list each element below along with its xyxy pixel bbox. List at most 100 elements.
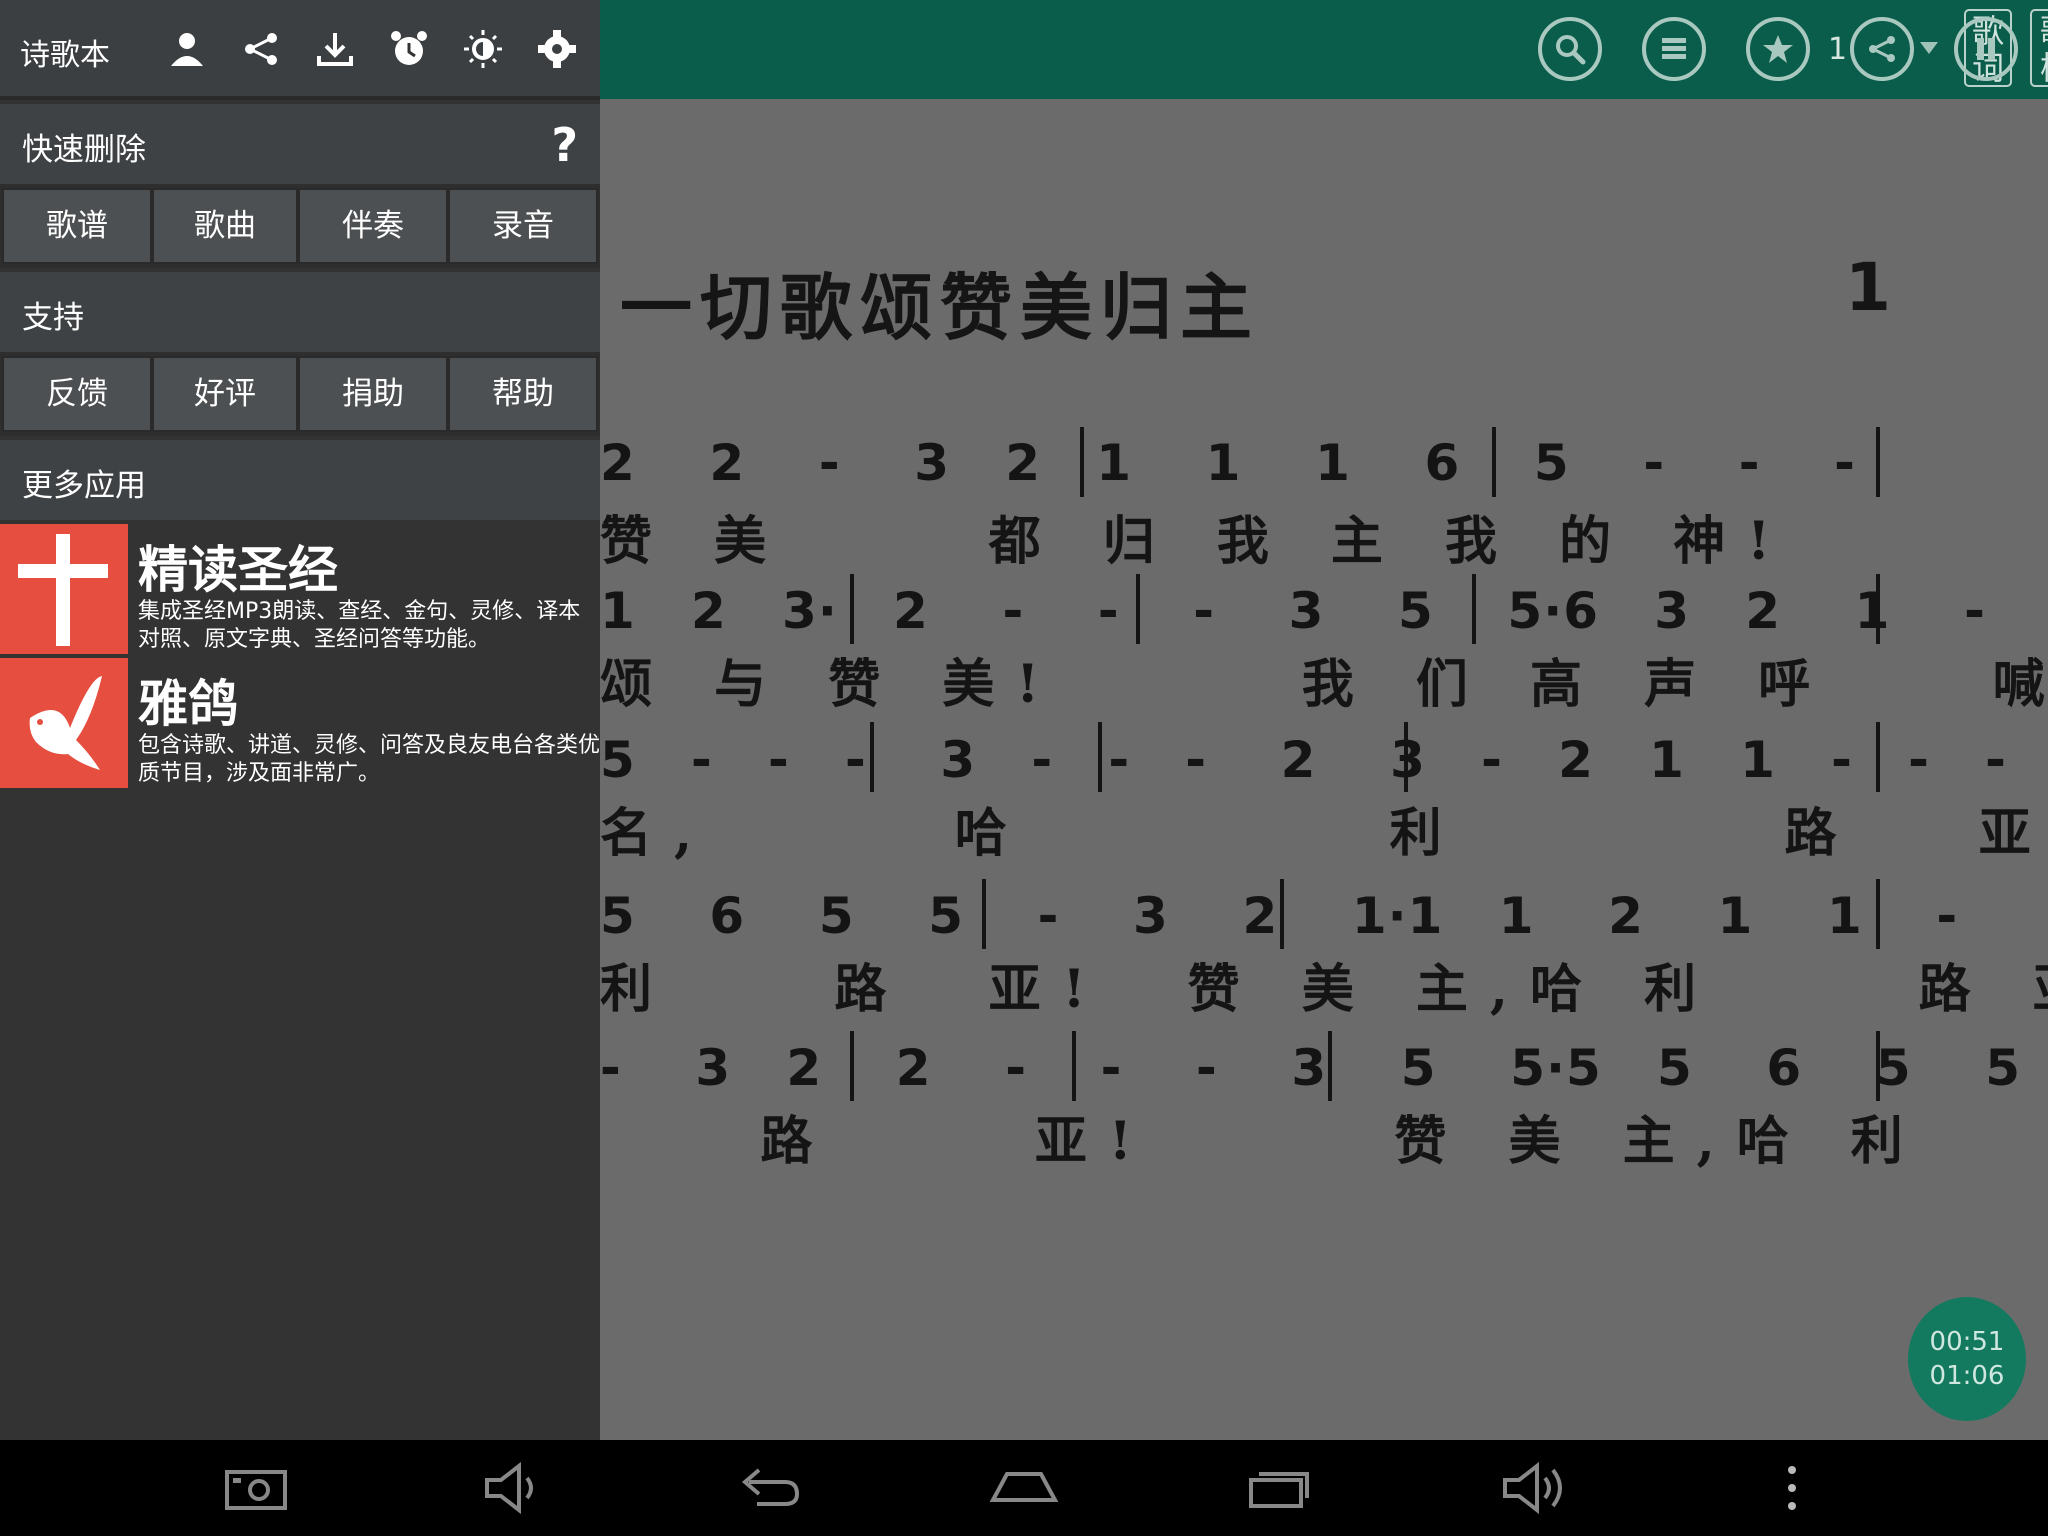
song-mode-label: 歌曲 xyxy=(2032,13,2048,50)
app-item-bible[interactable]: 精读圣经 集成圣经MP3朗读、查经、金句、灵修、译本对照、原文字典、圣经问答等功… xyxy=(0,524,600,654)
support-label: 支持 xyxy=(22,300,84,336)
bar-line xyxy=(1280,879,1284,949)
support-buttons: 反馈 好评 捐助 帮助 xyxy=(0,352,600,436)
bar-line xyxy=(1876,722,1880,792)
home-icon xyxy=(989,1472,1059,1502)
app-icon-bible xyxy=(0,524,128,654)
total-time: 01:06 xyxy=(1929,1361,2005,1391)
volume-up-icon xyxy=(1503,1461,1562,1515)
help-button[interactable]: 帮助 xyxy=(448,356,598,432)
pause-icon xyxy=(1977,38,1995,60)
bar-line xyxy=(1876,574,1880,644)
page-number-select[interactable]: 1 xyxy=(1828,32,1847,67)
bar-line xyxy=(1328,1031,1332,1101)
playlist-icon xyxy=(1662,38,1686,59)
bar-line xyxy=(1876,879,1880,949)
back-button[interactable] xyxy=(728,1456,808,1520)
recents-button[interactable] xyxy=(1240,1456,1320,1520)
playlist-button[interactable] xyxy=(1642,17,1706,81)
download-icon[interactable] xyxy=(314,28,356,70)
app-description: 集成圣经MP3朗读、查经、金句、灵修、译本对照、原文字典、圣经问答等功能。 xyxy=(138,599,581,652)
top-toolbar: 1 歌 词 歌曲 模式 xyxy=(600,0,2048,99)
pause-button[interactable] xyxy=(1954,17,2018,81)
delete-sheet-button[interactable]: 歌谱 xyxy=(2,188,152,264)
score-notes-line: 1 2 3· 2 - - - 3 5 5·6 3 2 1 - - xyxy=(600,582,2048,640)
score-notes-line: 2 2 - 3 2 1 1 1 6 5 - - - xyxy=(600,434,1856,492)
score-notes-line: - 3 2 2 - - - 3 5 5·5 5 6 5 5 - xyxy=(600,1039,2048,1097)
volume-up-button[interactable] xyxy=(1496,1456,1576,1520)
score-title: 一切歌颂赞美归主 xyxy=(620,265,1261,350)
app-item-yage[interactable]: 雅鸽 包含诗歌、讲道、灵修、问答及良友电台各类优质节目，涉及面非常广。 xyxy=(0,658,600,788)
rate-button[interactable]: 好评 xyxy=(152,356,298,432)
share-icon[interactable] xyxy=(240,28,282,70)
brightness-icon[interactable] xyxy=(462,28,504,70)
quick-delete-section: 快速删除 ? xyxy=(0,104,600,184)
cross-icon xyxy=(18,534,108,646)
bar-line xyxy=(870,722,874,792)
score-notes-line: 5 - - - 3 - - - 2 3 - 2 1 1 - - - xyxy=(600,731,2007,789)
playback-timer[interactable]: 00:51 01:06 xyxy=(1908,1297,2026,1421)
score-lyrics-line: 颂 与 赞 美! 我 们 高 声 呼 喊, xyxy=(600,654,2048,715)
user-icon[interactable] xyxy=(166,28,208,70)
volume-down-button[interactable] xyxy=(472,1456,552,1520)
bar-line xyxy=(1472,574,1476,644)
bar-line xyxy=(1098,722,1102,792)
score-sheet[interactable]: 一切歌颂赞美归主 1 2 2 - 3 2 1 1 1 6 5 - - - 赞 美… xyxy=(600,99,2048,1440)
song-mode-label: 模式 xyxy=(2032,50,2048,87)
screenshot-icon xyxy=(225,1470,287,1510)
elapsed-time: 00:51 xyxy=(1929,1327,2005,1357)
help-icon[interactable]: ? xyxy=(551,118,578,172)
share-icon xyxy=(1869,36,1895,62)
delete-song-button[interactable]: 歌曲 xyxy=(152,188,298,264)
screenshot-button[interactable] xyxy=(216,1456,296,1520)
home-button[interactable] xyxy=(984,1456,1064,1520)
delete-recording-button[interactable]: 录音 xyxy=(448,188,598,264)
alarm-icon[interactable] xyxy=(388,28,430,70)
score-lyrics-line: 利 路 亚! 赞 美 主,哈 利 路 亚! xyxy=(600,959,2048,1020)
drawer-title: 诗歌本 xyxy=(20,38,110,73)
star-icon xyxy=(1763,35,1793,63)
bar-line xyxy=(850,574,854,644)
menu-icon xyxy=(1788,1466,1796,1510)
song-mode-button[interactable]: 歌曲 模式 xyxy=(2030,9,2048,87)
quick-delete-label: 快速删除 xyxy=(22,132,146,168)
settings-icon[interactable] xyxy=(536,28,578,70)
quick-delete-buttons: 歌谱 歌曲 伴奏 录音 xyxy=(0,184,600,268)
bar-line xyxy=(1876,427,1880,497)
dropdown-caret-icon[interactable] xyxy=(1920,42,1938,54)
search-icon xyxy=(1556,35,1586,65)
bar-line xyxy=(1492,427,1496,497)
delete-accompaniment-button[interactable]: 伴奏 xyxy=(298,188,448,264)
app-description: 包含诗歌、讲道、灵修、问答及良友电台各类优质节目，涉及面非常广。 xyxy=(138,733,601,786)
app-name: 精读圣经 xyxy=(138,541,338,599)
search-button[interactable] xyxy=(1538,17,1602,81)
drawer-header: 诗歌本 xyxy=(0,0,600,100)
recents-icon xyxy=(1249,1472,1309,1508)
app-name: 雅鸽 xyxy=(138,675,238,733)
bar-line xyxy=(1080,427,1084,497)
menu-button[interactable] xyxy=(1752,1456,1832,1520)
bar-line xyxy=(1404,722,1408,792)
system-navigation-bar xyxy=(0,1440,2048,1536)
feedback-button[interactable]: 反馈 xyxy=(2,356,152,432)
app-icon-yage xyxy=(0,658,128,788)
dove-icon xyxy=(29,676,103,770)
more-apps-label: 更多应用 xyxy=(22,468,146,504)
score-number: 1 xyxy=(1845,249,1891,326)
navigation-drawer: 诗歌本 快速删除 ? 歌谱 歌曲 伴奏 录音 支持 反馈 好评 捐助 帮助 更多… xyxy=(0,0,600,1440)
bar-line xyxy=(1136,574,1140,644)
share-button[interactable] xyxy=(1850,17,1914,81)
bar-line xyxy=(982,879,986,949)
volume-down-icon xyxy=(485,1461,533,1515)
bar-line xyxy=(850,1031,854,1101)
bar-line xyxy=(1072,1031,1076,1101)
donate-button[interactable]: 捐助 xyxy=(298,356,448,432)
support-section: 支持 xyxy=(0,272,600,352)
score-lyrics-line: 赞 美 都 归 我 主 我 的 神! xyxy=(600,511,1793,572)
score-lyrics-line: 路 亚! 赞 美 主,哈 利 路 亚! xyxy=(760,1111,1925,1172)
score-lyrics-line: 名, 哈 利 路 亚! xyxy=(600,803,2048,864)
favorite-button[interactable] xyxy=(1746,17,1810,81)
more-apps-section: 更多应用 xyxy=(0,440,600,520)
back-icon xyxy=(741,1468,800,1506)
bar-line xyxy=(1876,1031,1880,1101)
